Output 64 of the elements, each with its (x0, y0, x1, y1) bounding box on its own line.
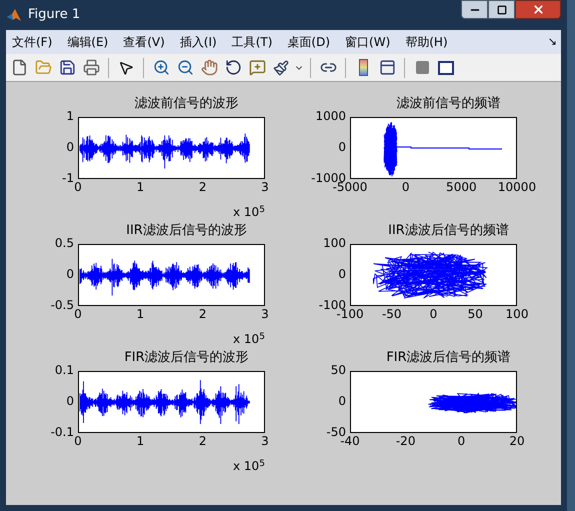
x-tick-label: -20 (396, 435, 416, 448)
maximize-icon (496, 4, 506, 14)
y-tick-label: 50 (330, 364, 346, 377)
x-tick-label: 5000 (446, 181, 477, 194)
x-tick-label: 0 (74, 308, 82, 321)
x-tick-label: 0 (458, 435, 466, 448)
minimize-button[interactable] (461, 0, 488, 19)
plot-title: FIR滤波后信号的波形 (123, 350, 250, 366)
x-tick-label: 20 (509, 435, 525, 448)
axis-exponent: x 10$^{5}$ (233, 460, 265, 473)
plot-title: 滤波前信号的频谱 (396, 96, 502, 112)
menu-item[interactable]: 文件(F) (12, 33, 52, 51)
menu-item[interactable]: 工具(T) (232, 33, 272, 51)
x-tick-label: 0 (430, 308, 438, 321)
close-icon (532, 3, 544, 16)
axis-exponent: x 10$^{5}$ (233, 206, 265, 219)
y-tick-label: 1000 (315, 110, 346, 123)
plot-title: 滤波前信号的波形 (134, 96, 240, 112)
x-tick-label: 10000 (498, 181, 536, 194)
y-tick-label: 0 (338, 268, 346, 281)
dock-arrow[interactable]: ↘ (548, 34, 557, 50)
y-tick-label: 0 (66, 268, 74, 281)
x-tick-label: 3 (261, 181, 269, 194)
y-tick-label: 0 (66, 141, 74, 154)
x-tick-label: 1 (136, 181, 144, 194)
menu-item[interactable]: 桌面(D) (287, 33, 330, 51)
y-tick-label: 0 (338, 395, 346, 408)
y-tick-label: 100 (323, 237, 346, 250)
plot-title: FIR滤波后信号的频谱 (385, 350, 512, 366)
y-tick-label: 1 (66, 110, 74, 123)
y-tick-label: -0.1 (50, 426, 74, 439)
axis-exponent: x 10$^{5}$ (233, 333, 265, 346)
x-tick-label: 0 (74, 181, 82, 194)
matlab-logo-icon (6, 7, 22, 23)
menu-item[interactable]: 插入(I) (180, 33, 217, 51)
close-button[interactable] (515, 0, 561, 19)
x-tick-label: 3 (261, 308, 269, 321)
plot-title: IIR滤波后信号的波形 (125, 223, 248, 239)
menu-item[interactable]: 编辑(E) (67, 33, 108, 51)
menu-item[interactable]: 窗口(W) (345, 33, 390, 51)
x-tick-label: 2 (198, 181, 206, 194)
x-tick-label: 0 (402, 181, 410, 194)
y-tick-label: -0.5 (50, 299, 74, 312)
x-tick-label: 1 (136, 435, 144, 448)
x-tick-label: 2 (198, 435, 206, 448)
x-tick-label: 2 (198, 308, 206, 321)
y-tick-label: 0 (66, 395, 74, 408)
maximize-button[interactable] (488, 0, 515, 19)
x-tick-label: 1 (136, 308, 144, 321)
window-title: Figure 1 (28, 6, 80, 24)
x-tick-label: 3 (261, 435, 269, 448)
x-tick-label: -50 (382, 308, 402, 321)
y-tick-label: 0 (338, 141, 346, 154)
plot-title: IIR滤波后信号的频谱 (387, 223, 510, 239)
x-tick-label: -100 (336, 308, 364, 321)
x-tick-label: 50 (468, 308, 483, 321)
menu-item[interactable]: 查看(V) (123, 33, 165, 51)
x-tick-label: -5000 (332, 181, 368, 194)
y-tick-label: 0.5 (54, 237, 74, 250)
x-tick-label: 0 (74, 435, 82, 448)
x-tick-label: 100 (506, 308, 528, 321)
y-tick-label: 0.1 (54, 364, 74, 377)
y-tick-label: -1 (62, 172, 74, 185)
menu-item[interactable]: 帮助(H) (405, 33, 448, 51)
